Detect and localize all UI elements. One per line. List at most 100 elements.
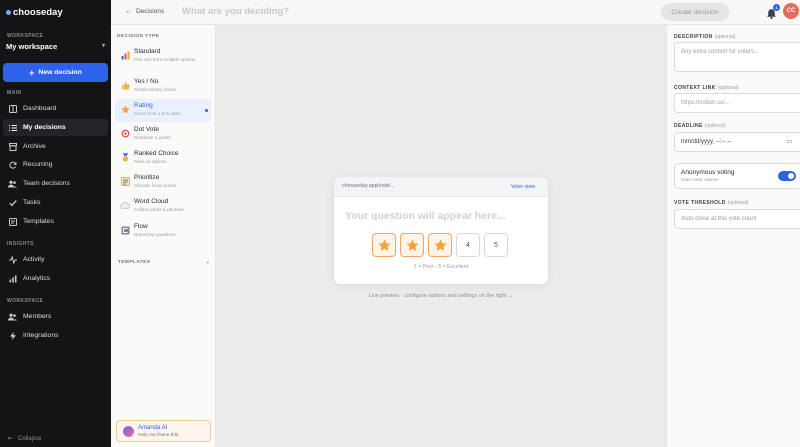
type-rating[interactable]: Rating Score from 1 to 5 stars (115, 99, 211, 122)
members-icon (8, 312, 17, 321)
decision-title-input[interactable]: What are you deciding? (182, 6, 289, 17)
decision-type-panel: DECISION TYPE Standard Pick one from mul… (111, 25, 216, 447)
cloud-icon (120, 201, 131, 211)
nav-item-members[interactable]: Members (3, 308, 108, 325)
type-name: Flow (134, 223, 148, 230)
type-name: Rating (134, 102, 153, 109)
type-yes-no[interactable]: Yes / No Simple binary choice (115, 75, 211, 98)
nav-label: Analytics (23, 275, 51, 282)
star-icon (378, 239, 390, 251)
arrow-left-icon: ← (125, 8, 132, 15)
context-link-input[interactable]: https://notion.so/... (674, 93, 800, 113)
type-dot-vote[interactable]: Dot Vote Distribute 5 points (115, 123, 211, 146)
context-link-label-text: CONTEXT LINK (674, 85, 716, 91)
nav-label: Integrations (23, 332, 59, 339)
deadline-input[interactable]: mm/dd/yyyy, --:-- -- ▭ (674, 132, 800, 152)
back-label: Decisions (136, 8, 165, 15)
collapse-button[interactable]: ⇤ Collapse (8, 435, 41, 443)
avatar[interactable]: CC (783, 3, 799, 19)
chevron-down-icon: ▾ (101, 43, 105, 49)
bar-chart-icon (120, 51, 130, 61)
type-desc: Allocate focus points (134, 183, 177, 188)
nav-item-integrations[interactable]: Integrations (3, 327, 108, 344)
main-section-label: MAIN (7, 90, 22, 96)
vote-preview-card: chooseday.app/vote/... Voter view Your q… (334, 177, 548, 284)
context-link-label: CONTEXT LINK (optional) (674, 85, 739, 91)
vote-threshold-input[interactable]: Auto-close at this vote count (674, 209, 800, 229)
description-label: DESCRIPTION (optional) (674, 34, 735, 40)
workspace-name: My workspace (6, 42, 58, 51)
rating-scale-legend: 1 = Poor · 5 = Excellent (413, 264, 469, 270)
nav-item-activity[interactable]: Activity (3, 251, 108, 268)
preview-url: chooseday.app/vote/... (342, 183, 395, 189)
archive-icon (8, 142, 17, 151)
back-to-decisions-link[interactable]: ← Decisions (125, 8, 164, 15)
ai-sparkle-icon (123, 426, 134, 437)
rating-star-3[interactable] (428, 233, 452, 257)
preview-hint: Live preview · configure options and set… (368, 293, 514, 299)
anonymous-voting-row: Anonymous voting Hide voter names (674, 163, 800, 189)
nav-item-templates[interactable]: Templates (3, 213, 108, 230)
type-desc: Score from 1 to 5 stars (134, 111, 181, 116)
anonymous-voting-title: Anonymous voting (681, 169, 735, 176)
nav-item-tasks[interactable]: Tasks (3, 194, 108, 211)
decision-type-label: DECISION TYPE (117, 34, 160, 39)
nav-item-archive[interactable]: Archive (3, 138, 108, 155)
workspace-nav-section-label: WORKSPACE (7, 298, 44, 304)
brand-name: chooseday (13, 7, 63, 18)
create-decision-button[interactable]: Create decision (661, 3, 729, 21)
nav-item-analytics[interactable]: Analytics (3, 270, 108, 287)
nav-label: Tasks (23, 199, 41, 206)
selected-dot-icon (205, 109, 208, 112)
type-ranked-choice[interactable]: Ranked Choice Rank all options (115, 147, 211, 170)
type-desc: Distribute 5 points (134, 135, 171, 140)
calendar-icon[interactable]: ▭ (786, 138, 792, 145)
voter-view-link[interactable]: Voter view (511, 184, 535, 190)
integrations-icon (8, 331, 17, 340)
optional-tag: (optional) (714, 34, 736, 40)
type-desc: Pick one from multiple options (134, 57, 196, 62)
nav-label: Team decisions (23, 180, 70, 187)
new-decision-label: New decision (38, 69, 82, 76)
type-name: Word Cloud (134, 198, 169, 205)
anonymous-voting-toggle[interactable] (778, 171, 796, 181)
flow-icon (120, 226, 130, 236)
rating-star-2[interactable] (400, 233, 424, 257)
deadline-value: mm/dd/yyyy, --:-- -- (681, 139, 732, 145)
nav-item-my-decisions[interactable]: My decisions (3, 119, 108, 136)
workspace-select[interactable]: My workspace ▾ (6, 42, 105, 51)
thumbs-up-icon (120, 81, 130, 91)
type-name: Standard (134, 48, 161, 55)
list-icon (8, 123, 17, 132)
ai-name: Amanda AI (138, 425, 168, 431)
description-label-text: DESCRIPTION (674, 34, 713, 40)
collapse-arrow-icon: ⇤ (8, 436, 14, 442)
rating-option-5[interactable]: 5 (484, 233, 508, 257)
templates-toggle[interactable]: TEMPLATES ⌄ (118, 260, 210, 265)
brand-dot-icon (6, 10, 11, 15)
description-textarea[interactable]: Any extra context for voters... (674, 42, 800, 72)
type-word-cloud[interactable]: Word Cloud Collect words & phrases (115, 195, 211, 218)
nav-item-dashboard[interactable]: Dashboard (3, 100, 108, 117)
deadline-label-text: DEADLINE (674, 123, 703, 129)
toggle-knob (788, 173, 794, 179)
preview-question: Your question will appear here... (345, 210, 506, 222)
vote-threshold-label-text: VOTE THRESHOLD (674, 200, 726, 206)
sidebar: chooseday WORKSPACE My workspace ▾ + New… (0, 0, 111, 447)
type-prioritize[interactable]: Prioritize Allocate focus points (115, 171, 211, 194)
rating-option-4[interactable]: 4 (456, 233, 480, 257)
nav-item-team-decisions[interactable]: Team decisions (3, 175, 108, 192)
rating-star-1[interactable] (372, 233, 396, 257)
nav-item-recurring[interactable]: Recurring (3, 156, 108, 173)
star-icon (406, 239, 418, 251)
ai-assistant-card[interactable]: Amanda AI Help me frame this (116, 420, 211, 442)
activity-icon (8, 255, 17, 264)
brand-logo[interactable]: chooseday (6, 7, 63, 18)
new-decision-button[interactable]: + New decision (3, 63, 108, 82)
deadline-label: DEADLINE (optional) (674, 123, 726, 129)
type-flow[interactable]: Flow Branching questions (115, 220, 211, 243)
nav-label: Activity (23, 256, 45, 263)
settings-panel: DESCRIPTION (optional) Any extra context … (666, 25, 800, 447)
type-standard[interactable]: Standard Pick one from multiple options (115, 45, 211, 68)
optional-tag: (optional) (727, 200, 749, 206)
